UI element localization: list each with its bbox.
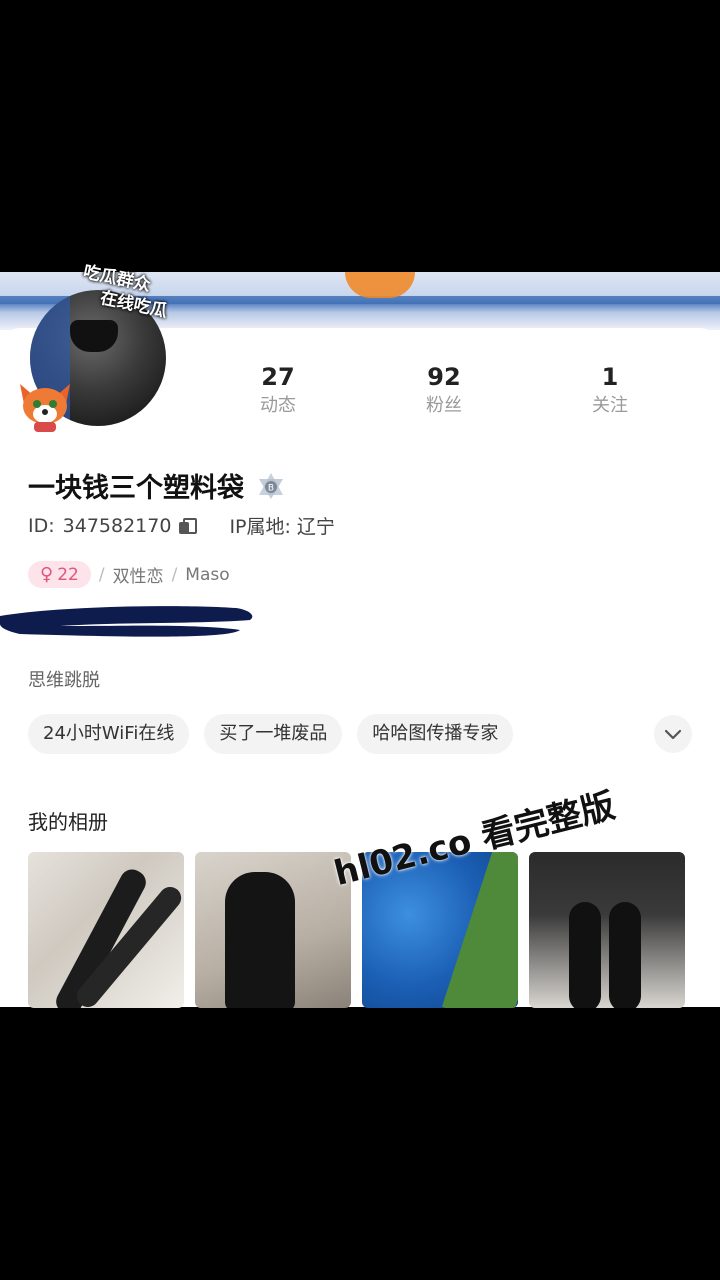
- role-tag: Maso: [185, 564, 230, 585]
- chip[interactable]: 24小时WiFi在线: [28, 714, 190, 754]
- gender-age-badge: ♀ 22: [28, 561, 91, 588]
- stat-following[interactable]: 1 关注: [527, 362, 693, 420]
- orientation-tag: 双性恋: [112, 567, 164, 587]
- identity-tags: ♀ 22 / 双性恋 / Maso: [28, 561, 230, 588]
- level-badge-icon[interactable]: B: [256, 471, 286, 501]
- profile-name: 一块钱三个塑料袋: [28, 473, 244, 504]
- copy-icon[interactable]: [179, 517, 198, 534]
- interest-chips: 24小时WiFi在线 买了一堆废品 哈哈图传播专家: [28, 714, 528, 754]
- fox-sticker-icon: [20, 384, 70, 432]
- stat-posts[interactable]: 27 动态: [195, 362, 361, 420]
- album-title: 我的相册: [28, 810, 108, 834]
- redaction-mark: [0, 606, 253, 637]
- profile-motto: 思维跳脱: [28, 670, 100, 691]
- female-icon: ♀: [40, 564, 54, 585]
- album-photo[interactable]: [195, 852, 351, 1008]
- expand-chips-button[interactable]: [654, 715, 692, 753]
- svg-text:B: B: [268, 483, 274, 493]
- stats-bar: 27 动态 92 粉丝 1 关注: [195, 362, 695, 420]
- user-id: 347582170: [62, 514, 172, 537]
- chip[interactable]: 买了一堆废品: [204, 714, 343, 754]
- chip[interactable]: 哈哈图传播专家: [357, 714, 514, 754]
- album-photo[interactable]: [529, 852, 685, 1008]
- id-row: ID: 347582170 IP属地: 辽宁: [28, 512, 335, 539]
- album-photo[interactable]: [28, 852, 184, 1008]
- name-row: 一块钱三个塑料袋 B: [28, 466, 286, 505]
- chevron-down-icon: [664, 729, 682, 740]
- stat-fans[interactable]: 92 粉丝: [361, 362, 527, 420]
- ip-location: 辽宁: [296, 516, 335, 538]
